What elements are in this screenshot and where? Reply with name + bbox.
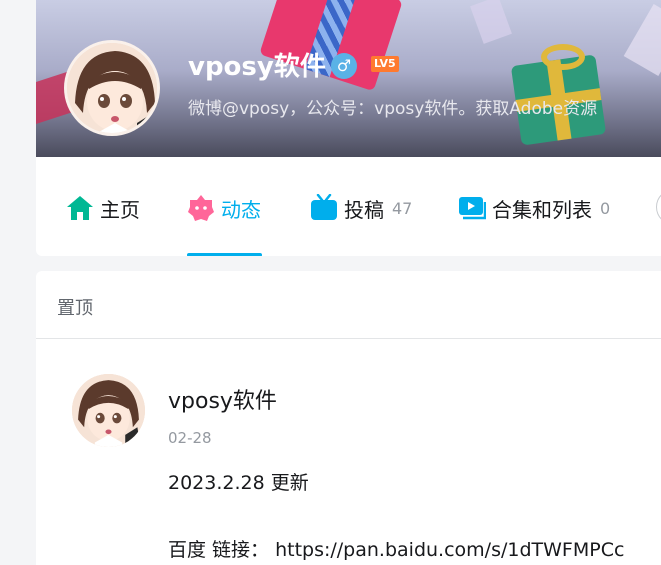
nav-more-button[interactable] [656, 189, 661, 225]
post-author-avatar[interactable] [72, 374, 145, 447]
tab-uploads-label: 投稿 [344, 197, 384, 222]
dynamic-icon [187, 194, 215, 222]
post-author-name[interactable]: vposy软件 [168, 383, 277, 415]
profile-signature: 微博@vposy，公众号：vposy软件。获取Adobe资源 [188, 99, 598, 119]
tab-dynamic[interactable]: 动态 [187, 193, 261, 223]
tab-collections-count: 0 [600, 198, 611, 218]
tab-uploads[interactable]: 投稿 47 [310, 193, 412, 223]
tab-home-label: 主页 [100, 197, 140, 222]
section-divider [36, 338, 661, 339]
active-tab-indicator [187, 253, 262, 256]
level-badge: LV5 [371, 56, 399, 72]
tv-icon [310, 193, 338, 222]
pinned-section-title: 置顶 [57, 298, 93, 319]
male-gender-icon: ♂ [331, 53, 357, 79]
tab-home[interactable]: 主页 [66, 193, 140, 223]
tab-uploads-count: 47 [392, 198, 413, 218]
post-text-line-1: 2023.2.28 更新 [168, 472, 309, 494]
tab-collections[interactable]: 合集和列表 0 [458, 193, 610, 223]
banner-shard-decoration [470, 0, 512, 44]
profile-avatar[interactable] [64, 40, 160, 136]
post-text-line-2[interactable]: 百度 链接： https://pan.baidu.com/s/1dTWFMPCc [168, 535, 624, 562]
home-icon [66, 194, 94, 222]
tab-collections-label: 合集和列表 [492, 197, 592, 222]
banner-gift-bow [541, 44, 585, 70]
post-date[interactable]: 02-28 [168, 429, 212, 447]
profile-header: vposy软件 ♂ LV5 微博@vposy，公众号：vposy软件。获取Ado… [36, 0, 661, 256]
tab-dynamic-label: 动态 [221, 197, 261, 222]
banner-shard-decoration [623, 4, 661, 76]
profile-nav: 主页 动态 投稿 47 合集和列表 0 [36, 157, 661, 256]
playlist-icon [458, 194, 487, 222]
profile-username: vposy软件 [188, 52, 326, 82]
